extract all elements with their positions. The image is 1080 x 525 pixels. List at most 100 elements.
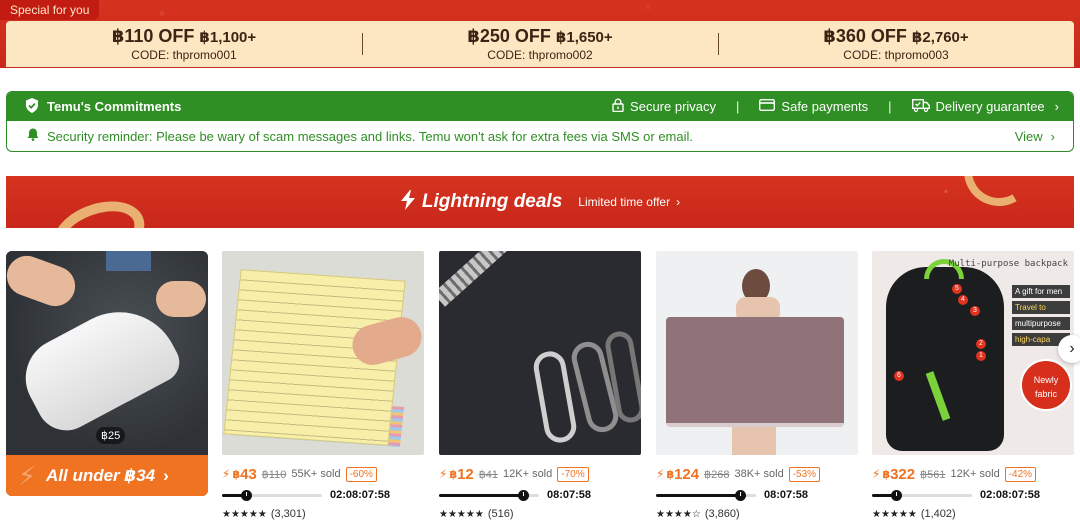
lightning-deals-title: Lightning deals <box>421 191 563 212</box>
sold-count: 38K+ sold <box>734 468 784 480</box>
product-image[interactable] <box>656 251 858 455</box>
commit-label: Delivery guarantee <box>935 99 1045 114</box>
commit-separator: | <box>888 99 892 114</box>
commitments-title: Temu's Commitments <box>47 99 182 114</box>
currency-symbol: ฿ <box>666 468 675 481</box>
coupon-min: ฿1,650+ <box>555 29 613 46</box>
original-price: ฿110 <box>261 468 287 481</box>
commit-label: Safe payments <box>781 99 869 114</box>
coupon-min: ฿2,760+ <box>911 29 969 46</box>
product-card[interactable]: ⚡ ฿ 12 ฿41 12K+ sold -70% 08:07:58 ★★★★★… <box>439 251 641 525</box>
view-label: View <box>1014 128 1043 144</box>
feature-number: 1 <box>976 351 986 361</box>
star-rating: ★★★★★ <box>222 508 267 520</box>
security-reminder-text: Security reminder: Please be wary of sca… <box>47 128 694 144</box>
delivery-guarantee-item[interactable]: Delivery guarantee › <box>911 98 1059 115</box>
sale-price: 322 <box>890 465 916 483</box>
countdown-timer: 08:07:58 <box>547 489 592 501</box>
product-image[interactable] <box>439 251 641 455</box>
feature-number: 6 <box>894 371 904 381</box>
feature-number: 3 <box>970 306 980 316</box>
product-card[interactable]: Multi-purpose backpack A gift for men Tr… <box>872 251 1074 525</box>
lightning-deals-banner[interactable]: Lightning deals Limited time offer › <box>6 176 1074 228</box>
discount-badge: -53% <box>788 466 821 482</box>
clock-icon <box>241 489 252 501</box>
sale-price: 12 <box>457 465 474 483</box>
commit-label: Secure privacy <box>630 99 717 114</box>
lightning-bolt-icon: ⚡ <box>872 467 881 481</box>
coupon-amount: ฿110 OFF <box>111 26 195 46</box>
coupon-amount: ฿360 OFF <box>823 26 907 46</box>
countdown-timer: 02:08:07:58 <box>980 489 1040 501</box>
discount-badge: -70% <box>557 466 589 482</box>
feature-tag: Travel to school <box>1012 301 1070 325</box>
price-badge: ฿25 <box>96 427 126 444</box>
sold-count: 12K+ sold <box>503 468 553 480</box>
discount-badge: -42% <box>1004 466 1037 482</box>
coupon-2[interactable]: ฿250 OFF ฿1,650+ CODE: thpromo002 <box>362 21 718 67</box>
chevron-right-icon: › <box>676 195 681 209</box>
review-count: (1,402) <box>920 508 956 520</box>
feature-number: 2 <box>976 339 986 349</box>
coupon-strip: ฿110 OFF ฿1,100+ CODE: thpromo001 ฿250 O… <box>6 21 1074 67</box>
review-count: (516) <box>487 508 514 520</box>
chevron-right-icon: › <box>163 465 169 485</box>
deal-progress-bar <box>872 489 972 501</box>
chevron-right-icon: › <box>1054 99 1059 114</box>
truck-icon <box>911 98 930 115</box>
shoe-cover-image: ฿25 <box>6 251 208 455</box>
limited-time-offer-link[interactable]: Limited time offer <box>578 195 670 209</box>
feature-number: 5 <box>952 284 962 294</box>
currency-symbol: ฿ <box>882 468 891 481</box>
product-image[interactable] <box>222 251 424 455</box>
badge-line: Newly <box>1033 375 1059 385</box>
carousel-next-button[interactable]: › <box>1058 335 1080 363</box>
currency-symbol: ฿ <box>449 468 458 481</box>
lock-icon <box>612 98 624 115</box>
coupon-code: CODE: thpromo002 <box>487 48 593 62</box>
product-image[interactable]: Multi-purpose backpack A gift for men Tr… <box>872 251 1074 455</box>
star-rating: ★★★★★ <box>439 508 484 520</box>
deal-progress-bar <box>439 489 539 501</box>
feature-tag: multipurpose <box>1012 317 1070 330</box>
lightning-bolt-icon: ⚡ <box>656 467 665 481</box>
sold-count: 55K+ sold <box>291 468 341 480</box>
secure-privacy-item[interactable]: Secure privacy <box>612 98 716 115</box>
clock-icon <box>518 489 529 501</box>
chevron-right-icon: › <box>1069 340 1075 357</box>
feature-tag: A gift for men <box>1012 285 1070 298</box>
view-link[interactable]: View › <box>1015 129 1055 144</box>
coupon-1[interactable]: ฿110 OFF ฿1,100+ CODE: thpromo001 <box>6 21 362 67</box>
product-card[interactable]: ⚡ ฿ 43 ฿110 55K+ sold -60% 02:08:07:58 ★… <box>222 251 424 525</box>
special-for-you-tag: Special for you <box>0 0 100 20</box>
bell-icon <box>27 128 39 144</box>
original-price: ฿41 <box>478 468 499 481</box>
coupon-min: ฿1,100+ <box>199 29 257 46</box>
card-icon <box>759 98 776 114</box>
coupon-3[interactable]: ฿360 OFF ฿2,760+ CODE: thpromo003 <box>718 21 1074 67</box>
discount-badge: -60% <box>345 466 377 482</box>
review-count: (3,301) <box>270 508 306 520</box>
countdown-timer: 08:07:58 <box>764 489 809 501</box>
star-rating: ★★★★★ <box>872 508 917 520</box>
commitments-header[interactable]: Temu's Commitments Secure privacy | Safe… <box>7 92 1073 121</box>
backpack-image-title: Multi-purpose backpack <box>948 259 1068 269</box>
newly-fabric-badge: Newly fabric <box>1020 359 1072 411</box>
chevron-right-icon: › <box>1050 128 1055 144</box>
star-rating: ★★★★☆ <box>656 508 701 520</box>
lightning-bolt-icon: ⚡ <box>18 461 37 491</box>
commit-separator: | <box>736 99 740 114</box>
deal-progress-bar <box>656 489 756 501</box>
coupon-amount: ฿250 OFF <box>467 26 551 46</box>
all-under-bar[interactable]: ⚡ All under ฿34 › <box>6 455 208 496</box>
clock-icon <box>735 489 746 501</box>
sold-count: 12K+ sold <box>950 468 1000 480</box>
shield-check-icon <box>25 97 39 116</box>
all-under-label: All under ฿34 <box>46 465 156 485</box>
commitments-panel: Temu's Commitments Secure privacy | Safe… <box>6 91 1074 152</box>
product-card[interactable]: ⚡ ฿ 124 ฿268 38K+ sold -53% 08:07:58 ★★★… <box>656 251 858 525</box>
security-reminder: Security reminder: Please be wary of sca… <box>7 121 1073 151</box>
safe-payments-item[interactable]: Safe payments <box>759 98 869 114</box>
all-under-card[interactable]: ฿25 ⚡ All under ฿34 › <box>6 251 208 496</box>
feature-number: 4 <box>958 295 968 305</box>
